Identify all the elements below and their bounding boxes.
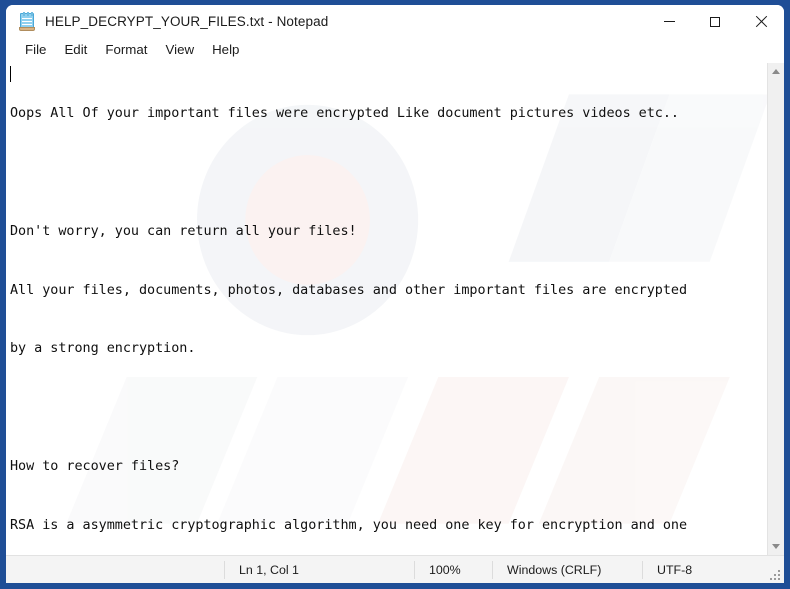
- resize-grip-icon[interactable]: [768, 568, 780, 580]
- minimize-icon: [663, 21, 675, 22]
- editor-area: Oops All Of your important files were en…: [6, 62, 784, 555]
- close-button[interactable]: [738, 5, 784, 38]
- menu-item-edit[interactable]: Edit: [55, 40, 96, 60]
- text-line: [10, 163, 767, 183]
- cursor-position-status: Ln 1, Col 1: [224, 560, 414, 579]
- text-line: Oops All Of your important files were en…: [10, 106, 679, 122]
- scroll-down-arrow[interactable]: [768, 538, 785, 555]
- zoom-level-status[interactable]: 100%: [414, 560, 492, 579]
- text-editor[interactable]: Oops All Of your important files were en…: [6, 63, 767, 555]
- notepad-icon: [18, 12, 36, 31]
- window-title: HELP_DECRYPT_YOUR_FILES.txt - Notepad: [45, 14, 329, 29]
- text-line: Don't worry, you can return all your fil…: [10, 223, 357, 239]
- chevron-down-icon: [772, 544, 780, 549]
- menu-item-format[interactable]: Format: [96, 40, 156, 60]
- menu-item-help[interactable]: Help: [203, 40, 248, 60]
- vertical-scrollbar[interactable]: [767, 63, 784, 555]
- text-line: How to recover files?: [10, 458, 180, 474]
- text-line: by a strong encryption.: [10, 341, 196, 357]
- menu-bar: File Edit Format View Help: [6, 38, 784, 62]
- title-bar[interactable]: HELP_DECRYPT_YOUR_FILES.txt - Notepad: [6, 5, 784, 38]
- text-line: RSA is a asymmetric cryptographic algori…: [10, 517, 688, 533]
- close-icon: [755, 16, 767, 28]
- text-line: [10, 398, 767, 418]
- maximize-button[interactable]: [692, 5, 738, 38]
- minimize-button[interactable]: [646, 5, 692, 38]
- text-caret: [10, 66, 11, 82]
- menu-item-view[interactable]: View: [156, 40, 203, 60]
- window-body: HELP_DECRYPT_YOUR_FILES.txt - Notepad Fi…: [6, 5, 784, 583]
- menu-item-file[interactable]: File: [16, 40, 55, 60]
- document-text: Oops All Of your important files were en…: [10, 65, 767, 555]
- status-bar: Ln 1, Col 1 100% Windows (CRLF) UTF-8: [6, 555, 784, 583]
- text-line: All your files, documents, photos, datab…: [10, 282, 688, 298]
- line-ending-status[interactable]: Windows (CRLF): [492, 560, 642, 579]
- encoding-status[interactable]: UTF-8: [642, 560, 762, 579]
- scroll-up-arrow[interactable]: [768, 63, 785, 80]
- notepad-window: HELP_DECRYPT_YOUR_FILES.txt - Notepad Fi…: [0, 0, 790, 589]
- maximize-icon: [710, 16, 720, 27]
- window-controls: [646, 5, 784, 38]
- chevron-up-icon: [772, 69, 780, 74]
